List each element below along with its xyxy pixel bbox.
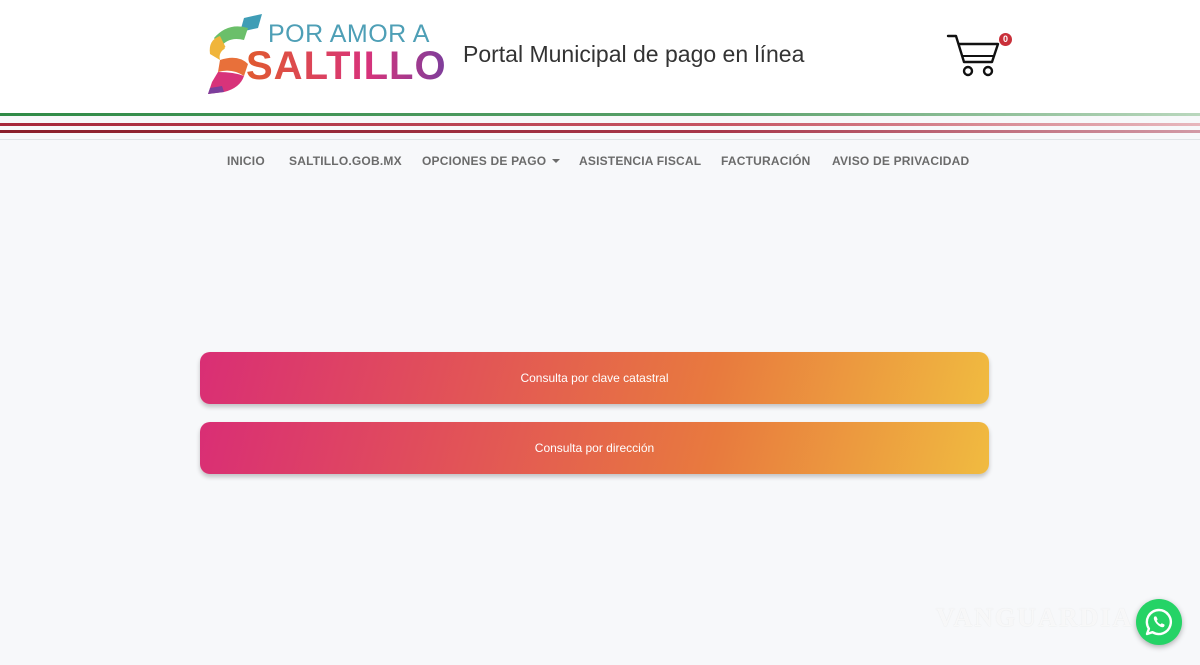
whatsapp-icon bbox=[1145, 608, 1172, 636]
stripe-red bbox=[0, 123, 1200, 126]
main-nav: INICIO SALTILLO.GOB.MX OPCIONES DE PAGO … bbox=[0, 141, 1200, 181]
nav-item-facturacion[interactable]: FACTURACIÓN bbox=[721, 154, 811, 168]
nav-item-opciones-de-pago-label: OPCIONES DE PAGO bbox=[422, 154, 547, 168]
nav-item-inicio[interactable]: INICIO bbox=[227, 154, 265, 168]
chevron-down-icon bbox=[552, 159, 561, 163]
nav-item-aviso-de-privacidad[interactable]: AVISO DE PRIVACIDAD bbox=[832, 154, 969, 168]
logo-text-bottom: SALTILLO bbox=[246, 44, 447, 88]
cart-icon bbox=[946, 34, 1000, 77]
logo-text-bottom-label: SALTILLO bbox=[246, 44, 447, 88]
cart-button[interactable] bbox=[946, 32, 1002, 78]
header-stripes bbox=[0, 113, 1200, 141]
page-title: Portal Municipal de pago en línea bbox=[463, 41, 805, 67]
site-header: POR AMOR A SALTILLO Portal Municipal de … bbox=[0, 0, 1200, 113]
nav-divider bbox=[0, 139, 1200, 140]
watermark: VANGUARDIA bbox=[936, 603, 1134, 632]
consulta-clave-catastral-button[interactable]: Consulta por clave catastral bbox=[200, 352, 989, 404]
saltillo-logo[interactable]: POR AMOR A SALTILLO bbox=[204, 14, 446, 96]
nav-item-asistencia-fiscal[interactable]: ASISTENCIA FISCAL bbox=[579, 154, 701, 168]
stripe-green bbox=[0, 113, 1200, 116]
nav-item-opciones-de-pago[interactable]: OPCIONES DE PAGO bbox=[422, 154, 561, 168]
whatsapp-button[interactable] bbox=[1136, 599, 1182, 645]
stripe-dark-red bbox=[0, 130, 1200, 133]
consulta-direccion-button[interactable]: Consulta por dirección bbox=[200, 422, 989, 474]
nav-item-saltillo-gob[interactable]: SALTILLO.GOB.MX bbox=[289, 154, 402, 168]
cart-count-badge: 0 bbox=[999, 33, 1012, 46]
